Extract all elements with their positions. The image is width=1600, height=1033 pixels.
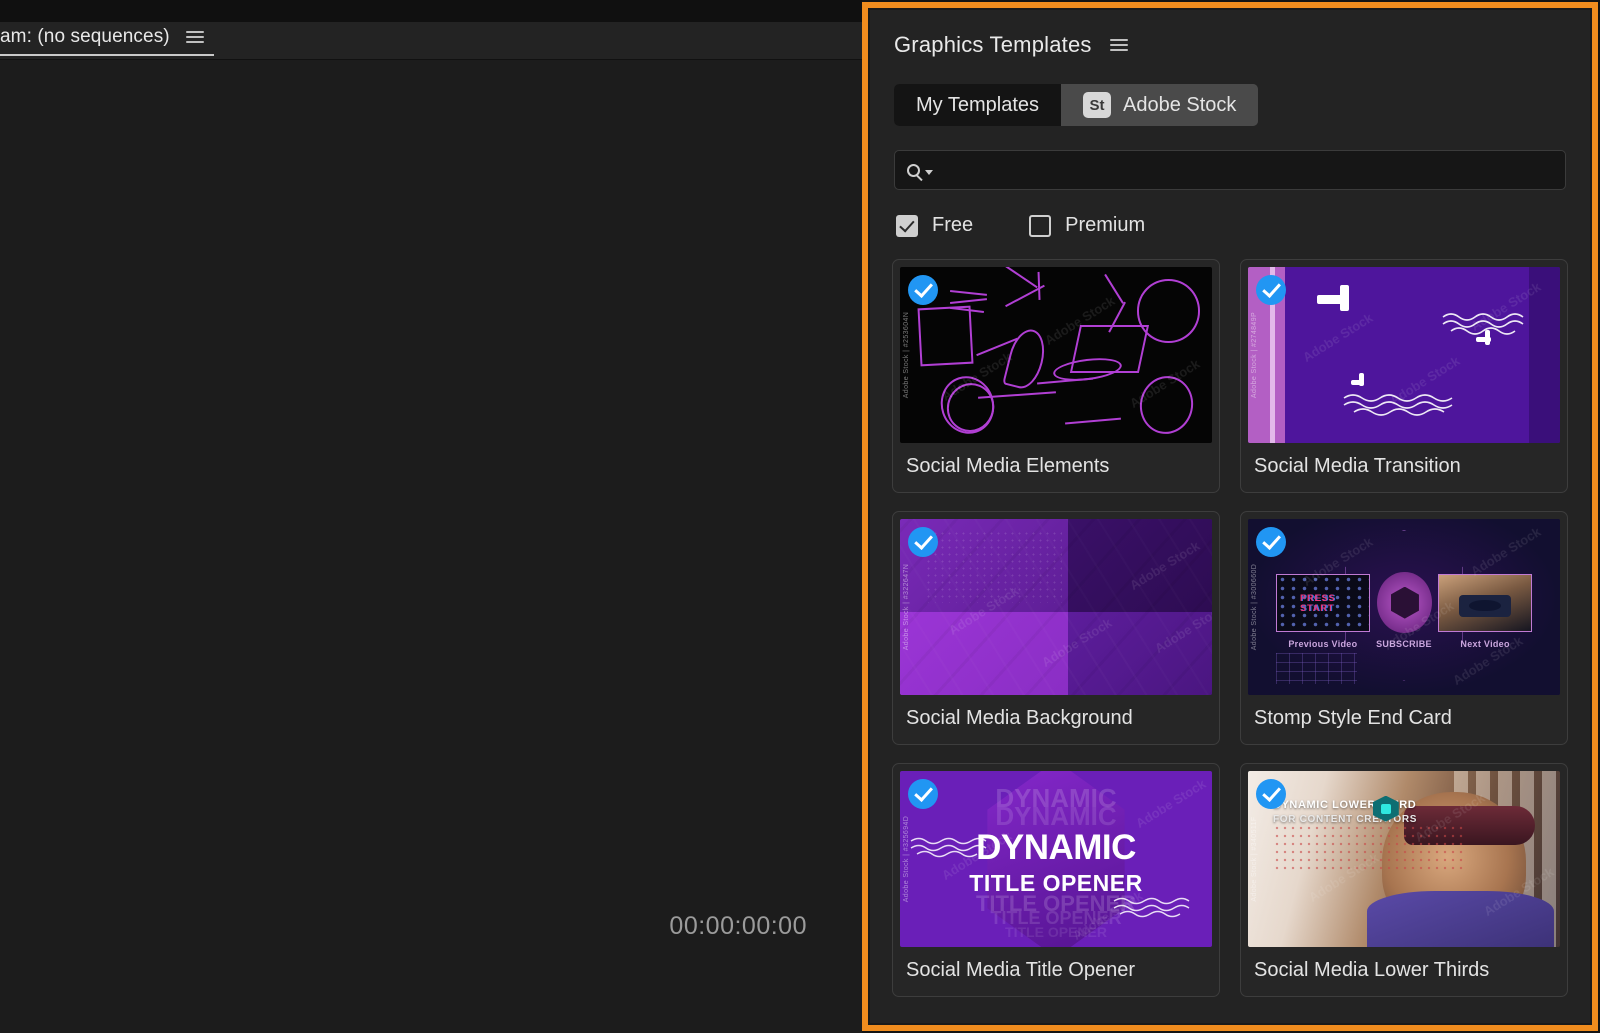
- template-thumbnail[interactable]: DYNAMIC DYNAMIC DYNAMIC TITLE OPENER TIT…: [900, 771, 1212, 947]
- template-label: Stomp Style End Card: [1254, 707, 1452, 729]
- squiggle-decoration: [1342, 390, 1472, 420]
- cross-icon: [1358, 373, 1364, 387]
- search-box[interactable]: [894, 150, 1566, 190]
- ghost-subtitle-text: TITLE OPENER: [1005, 924, 1107, 941]
- tab-my-templates[interactable]: My Templates: [894, 84, 1062, 126]
- press-start-text: PRESS START: [1299, 592, 1336, 613]
- source-tab-group: My Templates St Adobe Stock: [894, 84, 1259, 126]
- selected-check-icon[interactable]: [1256, 275, 1286, 305]
- tab-my-templates-label: My Templates: [916, 93, 1040, 116]
- program-monitor[interactable]: 00:00:00:00: [0, 60, 862, 1033]
- template-thumbnail[interactable]: Adobe Stock Adobe Stock Adobe Stock Adob…: [900, 519, 1212, 695]
- template-label: Social Media Lower Thirds: [1254, 959, 1490, 981]
- template-grid: Adobe Stock Adobe Stock Adobe Stock Adob…: [892, 259, 1568, 997]
- app-top-bar: [0, 0, 862, 22]
- panel-header: Graphics Templates: [870, 10, 1590, 58]
- filter-row: Free Premium: [896, 214, 1590, 237]
- tab-adobe-stock-label: Adobe Stock: [1123, 93, 1237, 116]
- template-thumbnail[interactable]: Adobe Stock Adobe Stock Adobe Stock Adob…: [1248, 267, 1560, 443]
- filter-premium[interactable]: Premium: [1029, 214, 1145, 237]
- premium-label: Premium: [1065, 214, 1146, 236]
- hamburger-icon[interactable]: [185, 28, 204, 46]
- template-label: Social Media Background: [906, 707, 1133, 729]
- app-screen: am: (no sequences) 00:00:00:00 Graphics …: [0, 0, 1600, 1033]
- template-card[interactable]: Adobe Stock Adobe Stock Adobe Stock Adob…: [892, 511, 1220, 745]
- search-icon[interactable]: [907, 163, 933, 177]
- cross-icon: [1316, 295, 1343, 305]
- template-thumbnail[interactable]: Adobe Stock Adobe Stock Adobe Stock Adob…: [900, 267, 1212, 443]
- template-card[interactable]: Adobe Stock Adobe Stock Adobe Stock Adob…: [892, 259, 1220, 493]
- previous-video-label: Previous Video: [1288, 638, 1358, 649]
- search-input[interactable]: [939, 160, 1553, 180]
- free-checkbox[interactable]: [896, 214, 918, 237]
- free-label: Free: [932, 214, 974, 236]
- subscribe-label: SUBSCRIBE: [1376, 638, 1432, 649]
- selected-check-icon[interactable]: [1256, 779, 1286, 809]
- template-card[interactable]: Adobe Stock Adobe Stock Adobe Stock Adob…: [1240, 259, 1568, 493]
- chevron-down-icon: [925, 170, 933, 175]
- project-panel-area: am: (no sequences) 00:00:00:00: [0, 0, 862, 1033]
- squiggle-decoration: [1112, 894, 1207, 920]
- thumbnail-watermark: Adobe Stock | #322647N: [903, 563, 910, 651]
- premium-checkbox[interactable]: [1029, 214, 1052, 237]
- previous-video-thumbnail: PRESS START: [1276, 573, 1370, 632]
- sequence-tab-label: am: (no sequences): [0, 26, 170, 47]
- filter-free[interactable]: Free: [896, 214, 973, 237]
- thumbnail-watermark: Adobe Stock | #274849P: [1251, 311, 1258, 399]
- template-card[interactable]: DYNAMIC LOWER THIRD FOR CONTENT CREATORS…: [1240, 763, 1568, 997]
- cross-icon: [1340, 284, 1350, 311]
- graphics-templates-panel: Graphics Templates My Templates St Adobe…: [862, 2, 1598, 1031]
- panel-menu-hamburger-icon[interactable]: [1109, 36, 1128, 54]
- subscribe-logo-icon: [1377, 571, 1433, 634]
- selected-check-icon[interactable]: [908, 527, 938, 557]
- thumbnail-watermark: Adobe Stock | #300660D: [1251, 563, 1258, 651]
- selected-check-icon[interactable]: [1256, 527, 1286, 557]
- thumbnail-watermark: Adobe Stock | #340511F: [1251, 816, 1258, 902]
- adobe-stock-icon: St: [1083, 92, 1112, 118]
- selected-check-icon[interactable]: [908, 779, 938, 809]
- timecode-display[interactable]: 00:00:00:00: [669, 912, 807, 941]
- template-card[interactable]: PRESS START Previous Video SUBSCRIBE Nex…: [1240, 511, 1568, 745]
- template-card[interactable]: DYNAMIC DYNAMIC DYNAMIC TITLE OPENER TIT…: [892, 763, 1220, 997]
- panel-title: Graphics Templates: [894, 32, 1092, 57]
- selected-check-icon[interactable]: [908, 275, 938, 305]
- template-label: Social Media Transition: [1254, 455, 1461, 477]
- template-thumbnail[interactable]: DYNAMIC LOWER THIRD FOR CONTENT CREATORS…: [1248, 771, 1560, 947]
- tab-adobe-stock[interactable]: St Adobe Stock: [1061, 84, 1259, 126]
- search-row: [894, 150, 1566, 190]
- thumbnail-watermark: Adobe Stock | #253604N: [903, 311, 910, 399]
- next-video-thumbnail: [1438, 573, 1532, 632]
- template-label: Social Media Elements: [906, 455, 1110, 477]
- template-label: Social Media Title Opener: [906, 959, 1136, 981]
- squiggle-decoration: [1441, 309, 1551, 339]
- template-thumbnail[interactable]: PRESS START Previous Video SUBSCRIBE Nex…: [1248, 519, 1560, 695]
- sequence-tab[interactable]: am: (no sequences): [0, 26, 214, 56]
- squiggle-decoration: [909, 834, 1004, 860]
- next-video-label: Next Video: [1460, 638, 1510, 649]
- thumbnail-watermark: Adobe Stock | #325694D: [903, 815, 910, 903]
